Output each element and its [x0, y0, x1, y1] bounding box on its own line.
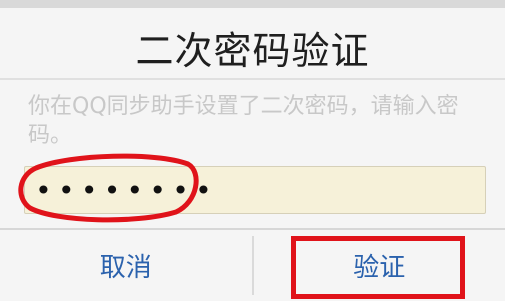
dialog-title: 二次密码验证 [135, 29, 370, 73]
verify-button[interactable]: 验证 [253, 230, 505, 301]
annotation-ellipse [18, 153, 199, 223]
title-divider [0, 78, 505, 80]
password-verification-dialog: 二次密码验证 你在QQ同步助手设置了二次密码，请输入密码。 取消 验证 [0, 0, 505, 301]
dialog-buttons: 取消 验证 [0, 230, 505, 301]
dialog-message: 你在QQ同步助手设置了二次密码，请输入密码。 [28, 94, 459, 148]
cancel-button[interactable]: 取消 [0, 230, 252, 301]
status-bar [0, 0, 505, 8]
